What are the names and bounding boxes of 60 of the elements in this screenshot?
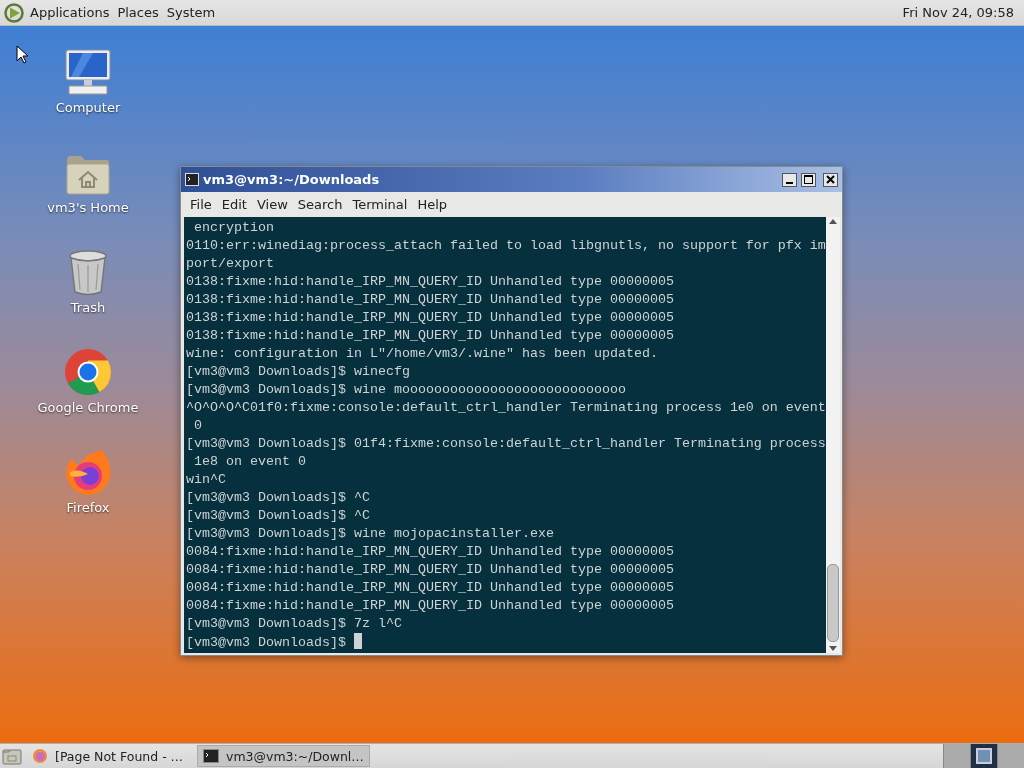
globe-icon <box>32 748 48 764</box>
minimize-button[interactable] <box>782 172 797 187</box>
text-cursor <box>353 633 362 649</box>
show-desktop-icon[interactable] <box>2 747 22 765</box>
terminal-line: [vm3@vm3 Downloads]$ 7z l^C <box>186 616 402 631</box>
close-button[interactable] <box>823 172 838 187</box>
terminal-line: [vm3@vm3 Downloads]$ ^C <box>186 490 370 505</box>
menu-item[interactable]: Edit <box>216 195 252 214</box>
menu-item[interactable]: Help <box>412 195 453 214</box>
panel-menu[interactable]: Places <box>113 3 163 22</box>
scroll-down-icon[interactable] <box>828 646 837 651</box>
terminal-line: wine: configuration in L"/home/vm3/.wine" has been updated. <box>186 346 658 361</box>
window-title: vm3@vm3:~/Downloads <box>203 172 380 187</box>
panel-menu[interactable]: System <box>162 3 220 22</box>
scroll-up-icon[interactable] <box>828 219 837 224</box>
terminal-line: ^O^O^O^C01f0:fixme:console:default_ctrl_handler Terminating process 1e0 on event <box>186 400 826 415</box>
terminal-line: 0 <box>193 418 202 433</box>
task-button[interactable]: [Page Not Found - … <box>27 745 192 767</box>
clock[interactable]: Fri Nov 24, 09:58 <box>898 3 1018 22</box>
menu-item[interactable]: File <box>185 195 217 214</box>
maximize-button[interactable] <box>801 172 816 187</box>
terminal-line: [vm3@vm3 Downloads]$ 01f4:fixme:console:default_ctrl_handler Terminating process <box>186 436 826 451</box>
terminal-line: 0138:fixme:hid:handle_IRP_MN_QUERY_ID Unhandled type 00000005 <box>186 292 674 307</box>
terminal-line: 0084:fixme:hid:handle_IRP_MN_QUERY_ID Unhandled type 00000005 <box>186 544 674 559</box>
pointer-icon <box>16 45 29 64</box>
trash-icon[interactable] <box>68 250 108 296</box>
logo-icon[interactable] <box>4 2 24 23</box>
terminal-line: [vm3@vm3 Downloads]$ <box>186 635 347 650</box>
scrollbar[interactable] <box>825 217 840 653</box>
terminal-line: [vm3@vm3 Downloads]$ ^C <box>186 508 370 523</box>
scroll-thumb[interactable] <box>826 564 839 642</box>
terminal-icon <box>203 749 219 763</box>
terminal-line: [vm3@vm3 Downloads]$ winecfg <box>186 364 410 379</box>
terminal-line: win^C <box>186 472 226 487</box>
workspace-button[interactable] <box>970 743 997 768</box>
terminal-line: encryption <box>193 220 274 235</box>
terminal-line: 0084:fixme:hid:handle_IRP_MN_QUERY_ID Unhandled type 00000005 <box>186 598 674 613</box>
terminal-line: 0138:fixme:hid:handle_IRP_MN_QUERY_ID Unhandled type 00000005 <box>186 274 674 289</box>
ring-icon[interactable] <box>64 348 112 396</box>
terminal-line: 1e8 on event 0 <box>193 454 306 469</box>
close-icon <box>826 175 835 184</box>
terminal-line: 0084:fixme:hid:handle_IRP_MN_QUERY_ID Unhandled type 00000005 <box>186 580 674 595</box>
terminal-icon <box>185 173 199 186</box>
terminal-line: [vm3@vm3 Downloads]$ wine moooooooooooooooooooooooooooo <box>186 382 626 397</box>
terminal-line: 0110:err:winediag:process_attach failed to load libgnutls, no support for pfx im <box>186 238 826 253</box>
icon-label[interactable]: Computer <box>55 100 121 115</box>
maximize-icon <box>804 175 813 184</box>
panel-menu[interactable]: Applications <box>26 3 114 22</box>
terminal-line: [vm3@vm3 Downloads]$ wine mojopacinstaller.exe <box>186 526 554 541</box>
terminal-line: 0084:fixme:hid:handle_IRP_MN_QUERY_ID Unhandled type 00000005 <box>186 562 674 577</box>
terminal-line: port/export <box>186 256 274 271</box>
task-button[interactable]: vm3@vm3:~/Downl… <box>197 745 370 767</box>
terminal-screen[interactable] <box>184 217 840 653</box>
menu-item[interactable]: Search <box>292 195 348 214</box>
menu-item[interactable]: Terminal <box>347 195 413 214</box>
computer-icon[interactable] <box>63 48 113 96</box>
terminal-line: 0138:fixme:hid:handle_IRP_MN_QUERY_ID Unhandled type 00000005 <box>186 328 674 343</box>
terminal-line: 0138:fixme:hid:handle_IRP_MN_QUERY_ID Unhandled type 00000005 <box>186 310 674 325</box>
menu-item[interactable]: View <box>251 195 293 214</box>
minimize-icon <box>786 181 793 184</box>
